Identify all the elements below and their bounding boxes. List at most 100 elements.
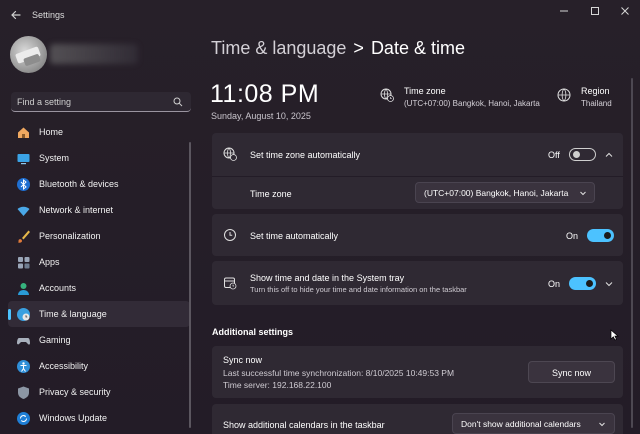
profile-name-blurred <box>50 44 138 64</box>
time-server-text: Time server: 192.168.22.100 <box>223 380 332 390</box>
app-title: Settings <box>32 10 65 20</box>
accessibility-icon <box>17 360 30 373</box>
systray-description: Turn this off to hide your time and date… <box>250 285 467 294</box>
calendars-dropdown-value: Don't show additional calendars <box>461 419 581 429</box>
sidebar-item-label: Home <box>39 127 64 137</box>
auto-timezone-label: Set time zone automatically <box>250 150 361 160</box>
sidebar-item-label: Privacy & security <box>39 387 111 397</box>
sidebar-item-gaming[interactable]: Gaming <box>8 327 190 353</box>
systray-label: Show time and date in the System tray <box>250 273 405 283</box>
search-input[interactable] <box>17 95 167 109</box>
auto-time-label: Set time automatically <box>250 231 339 241</box>
auto-timezone-toggle[interactable] <box>569 148 596 161</box>
breadcrumb: Time & language > Date & time <box>211 38 465 59</box>
main-scrollbar[interactable] <box>631 78 633 428</box>
settings-window: Settings Home System Blu <box>0 0 640 434</box>
sync-label: Sync now <box>223 355 263 365</box>
clock-icon <box>224 229 236 241</box>
timezone-label: Time zone <box>250 189 292 199</box>
last-sync-text: Last successful time synchronization: 8/… <box>223 368 455 378</box>
maximize-button[interactable] <box>583 4 607 18</box>
avatar[interactable] <box>10 36 47 73</box>
sidebar-item-time-language[interactable]: Time & language <box>8 301 190 327</box>
auto-time-card[interactable]: Set time automatically On <box>212 214 623 256</box>
sidebar-item-windows-update[interactable]: Windows Update <box>8 405 190 431</box>
sidebar-item-network[interactable]: Network & internet <box>8 197 190 223</box>
sidebar-item-label: System <box>39 153 70 163</box>
chevron-down-icon[interactable] <box>604 279 614 289</box>
apps-icon <box>18 257 30 269</box>
accounts-icon <box>18 283 29 295</box>
sidebar-item-label: Accounts <box>39 283 77 293</box>
auto-timezone-state: Off <box>548 150 560 160</box>
chevron-up-icon[interactable] <box>604 150 614 160</box>
sidebar-nav: Home System Bluetooth & devices Network … <box>8 119 190 431</box>
sidebar-item-label: Accessibility <box>39 361 89 371</box>
sidebar-item-privacy[interactable]: Privacy & security <box>8 379 190 405</box>
breadcrumb-separator: > <box>353 38 364 58</box>
back-arrow-icon[interactable] <box>8 7 24 23</box>
sidebar-item-accessibility[interactable]: Accessibility <box>8 353 190 379</box>
sidebar-item-label: Personalization <box>39 231 101 241</box>
update-icon <box>17 412 30 425</box>
close-button[interactable] <box>613 4 637 18</box>
calendars-dropdown[interactable]: Don't show additional calendars <box>452 413 615 434</box>
system-icon <box>17 154 30 165</box>
sidebar-item-home[interactable]: Home <box>8 119 190 145</box>
sync-now-button-label: Sync now <box>551 368 592 378</box>
current-date: Sunday, August 10, 2025 <box>211 111 311 121</box>
brush-icon <box>18 230 30 243</box>
timezone-info: Time zone (UTC+07:00) Bangkok, Hanoi, Ja… <box>404 86 540 108</box>
additional-settings-heading: Additional settings <box>212 327 293 337</box>
shield-icon <box>18 386 29 399</box>
auto-time-toggle[interactable] <box>587 229 614 242</box>
systray-state: On <box>548 279 561 289</box>
sidebar-item-bluetooth[interactable]: Bluetooth & devices <box>8 171 190 197</box>
timezone-row: Time zone (UTC+07:00) Bangkok, Hanoi, Ja… <box>212 177 623 209</box>
calendar-clock-icon <box>224 277 237 290</box>
globe-clock-icon <box>380 88 394 102</box>
chevron-down-icon <box>580 191 586 196</box>
sidebar-item-label: Network & internet <box>39 205 114 215</box>
sync-card: Sync now Last successful time synchroniz… <box>212 346 623 398</box>
timezone-dropdown[interactable]: (UTC+07:00) Bangkok, Hanoi, Jakarta <box>415 182 595 203</box>
sidebar-item-label: Apps <box>39 257 60 267</box>
sync-now-button[interactable]: Sync now <box>528 361 615 383</box>
search-icon[interactable] <box>173 97 183 107</box>
search-box[interactable] <box>11 92 191 112</box>
systray-card[interactable]: Show time and date in the System tray Tu… <box>212 261 623 305</box>
title-bar: Settings <box>0 0 640 32</box>
current-time: 11:08 PM <box>210 80 320 108</box>
calendars-label: Show additional calendars in the taskbar <box>223 420 385 430</box>
globe-icon <box>557 88 571 102</box>
breadcrumb-parent[interactable]: Time & language <box>211 38 346 58</box>
calendars-card: Show additional calendars in the taskbar… <box>212 404 623 434</box>
sidebar-item-label: Bluetooth & devices <box>39 179 119 189</box>
sidebar-item-system[interactable]: System <box>8 145 190 171</box>
sidebar-scrollbar[interactable] <box>189 142 191 428</box>
sidebar-item-label: Gaming <box>39 335 71 345</box>
timezone-info-value: (UTC+07:00) Bangkok, Hanoi, Jakarta <box>404 99 540 108</box>
auto-timezone-row[interactable]: Set time zone automatically Off <box>212 133 623 175</box>
sidebar-item-accounts[interactable]: Accounts <box>8 275 190 301</box>
sidebar-item-label: Time & language <box>39 309 107 319</box>
sidebar-item-label: Windows Update <box>39 413 108 423</box>
wifi-icon <box>17 206 30 216</box>
timezone-dropdown-value: (UTC+07:00) Bangkok, Hanoi, Jakarta <box>424 188 569 198</box>
sidebar-item-personalization[interactable]: Personalization <box>8 223 190 249</box>
chevron-down-icon <box>599 422 605 427</box>
timezone-card: Set time zone automatically Off Time zon… <box>212 133 623 209</box>
page-title: Date & time <box>370 38 465 58</box>
home-icon <box>18 127 29 138</box>
systray-toggle[interactable] <box>569 277 596 290</box>
mouse-cursor-icon <box>610 329 619 341</box>
globe-clock-icon <box>223 147 237 161</box>
globe-clock-icon <box>17 308 30 321</box>
region-info: Region Thailand <box>581 86 612 108</box>
gamepad-icon <box>17 338 30 345</box>
minimize-button[interactable] <box>552 4 576 18</box>
sidebar-item-apps[interactable]: Apps <box>8 249 190 275</box>
timezone-info-title: Time zone <box>404 86 446 96</box>
region-info-title: Region <box>581 86 610 96</box>
auto-time-state: On <box>566 231 579 241</box>
